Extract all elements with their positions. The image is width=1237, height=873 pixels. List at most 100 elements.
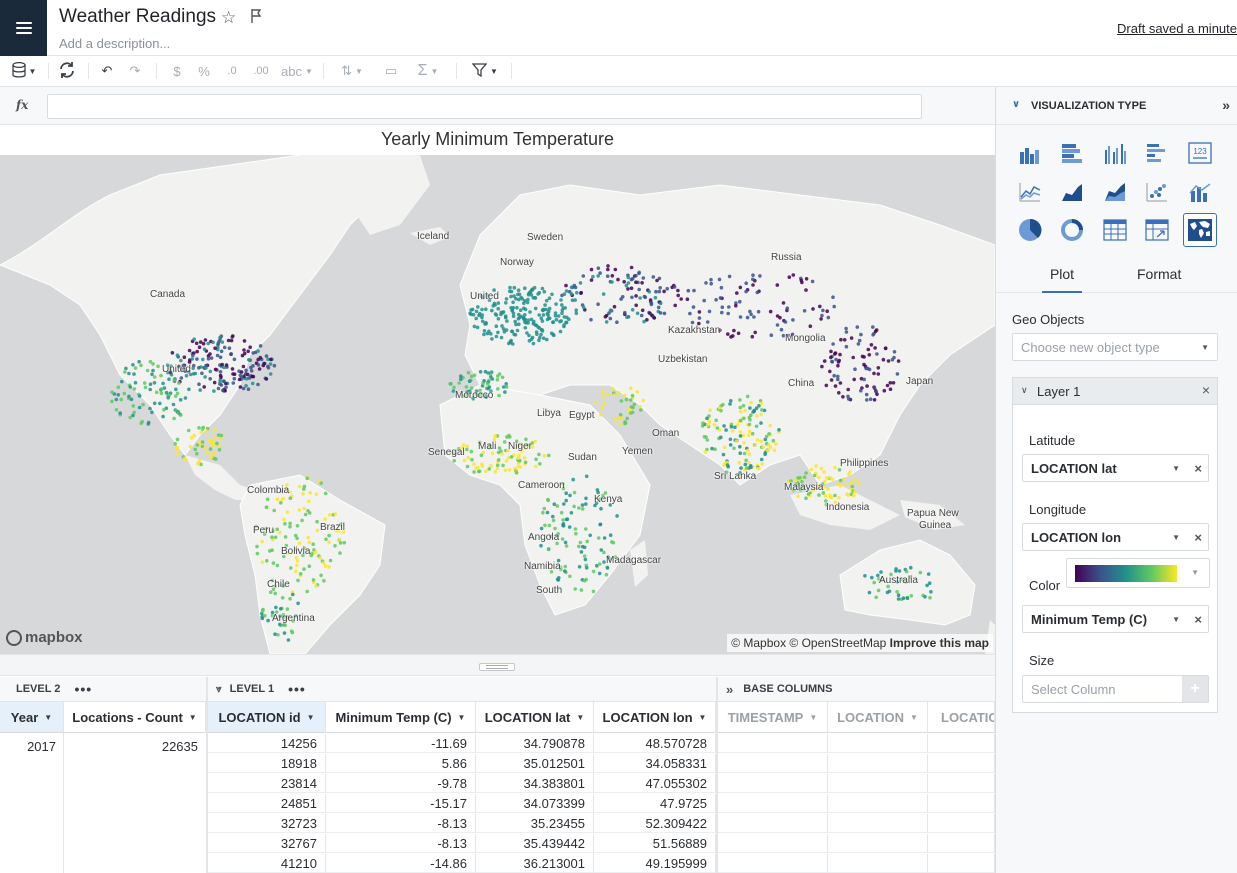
chevron-down-icon[interactable]: ▼ bbox=[189, 713, 197, 722]
table-cell[interactable]: -8.13 bbox=[326, 814, 476, 833]
flag-icon[interactable] bbox=[250, 8, 264, 27]
table-cell[interactable]: 32723 bbox=[208, 814, 326, 833]
table-icon[interactable] bbox=[1099, 214, 1131, 246]
table-cell[interactable]: -14.86 bbox=[326, 854, 476, 873]
table-cell-empty[interactable] bbox=[928, 774, 995, 793]
menu-button[interactable] bbox=[0, 0, 47, 56]
table-cell-empty[interactable] bbox=[828, 774, 928, 793]
table-cell-empty[interactable] bbox=[928, 754, 995, 773]
currency-button[interactable]: $ bbox=[170, 61, 184, 81]
close-icon[interactable]: × bbox=[1194, 530, 1202, 545]
color-dropdown[interactable]: Minimum Temp (C) ▼ × bbox=[1022, 605, 1209, 633]
table-cell-empty[interactable] bbox=[828, 814, 928, 833]
table-cell[interactable]: 2017 bbox=[0, 737, 64, 756]
table-cell[interactable]: 35.23455 bbox=[476, 814, 594, 833]
table-cell[interactable]: 18918 bbox=[208, 754, 326, 773]
more-icon[interactable]: ••• bbox=[74, 681, 92, 697]
combo-chart-icon[interactable] bbox=[1184, 176, 1216, 208]
table-cell[interactable]: 34.073399 bbox=[476, 794, 594, 813]
col-header-location-id[interactable]: LOCATION id ▼ bbox=[208, 702, 326, 733]
panel-splitter[interactable] bbox=[0, 654, 995, 676]
collapse-panel-icon[interactable]: » bbox=[1222, 97, 1230, 113]
filter-button[interactable]: ▼ bbox=[468, 61, 502, 81]
color-scale-picker[interactable]: ▼ bbox=[1066, 558, 1210, 588]
col-header-location-2[interactable]: LOCATIO bbox=[928, 702, 995, 733]
chevron-down-icon[interactable]: ∨ bbox=[1021, 385, 1028, 396]
mapbox-logo[interactable]: mapbox bbox=[6, 629, 83, 646]
table-cell[interactable]: 35.439442 bbox=[476, 834, 594, 853]
col-header-locations-count[interactable]: Locations - Count ▼ bbox=[64, 702, 206, 733]
table-cell[interactable]: 34.383801 bbox=[476, 774, 594, 793]
scatter-icon[interactable] bbox=[1141, 176, 1173, 208]
chevron-down-icon[interactable]: ▼ bbox=[699, 713, 707, 722]
donut-chart-icon[interactable] bbox=[1056, 214, 1088, 246]
description-field[interactable]: Add a description... bbox=[59, 36, 170, 51]
layer-header[interactable]: ∨ Layer 1 × bbox=[1013, 378, 1217, 405]
col-header-location-lon[interactable]: LOCATION lon ▼ bbox=[594, 702, 716, 733]
decrease-decimal-button[interactable]: .0 bbox=[223, 61, 241, 81]
table-cell-empty[interactable] bbox=[718, 734, 828, 753]
table-cell[interactable]: 47.9725 bbox=[594, 794, 716, 813]
close-icon[interactable]: × bbox=[1194, 461, 1202, 476]
chevron-down-icon[interactable]: ▼ bbox=[458, 713, 466, 722]
chevron-down-icon[interactable]: ▼ bbox=[307, 713, 315, 722]
sum-button[interactable]: Σ ▼ bbox=[411, 61, 445, 81]
col-header-timestamp[interactable]: TIMESTAMP ▼ bbox=[718, 702, 828, 733]
table-cell[interactable]: 24851 bbox=[208, 794, 326, 813]
latitude-dropdown[interactable]: LOCATION lat ▼ × bbox=[1022, 454, 1209, 482]
table-cell-empty[interactable] bbox=[828, 834, 928, 853]
table-cell[interactable]: 51.56889 bbox=[594, 834, 716, 853]
collapse-icon[interactable]: ⩔ bbox=[216, 684, 222, 695]
table-cell-empty[interactable] bbox=[928, 834, 995, 853]
pie-chart-icon[interactable] bbox=[1014, 214, 1046, 246]
star-icon[interactable]: ☆ bbox=[221, 8, 236, 28]
map[interactable]: Iceland Sweden Norway Russia Canada Unit… bbox=[0, 155, 995, 654]
increase-decimal-button[interactable]: .00 bbox=[250, 61, 272, 81]
formula-input[interactable] bbox=[47, 94, 922, 119]
redo-button[interactable]: ↷ bbox=[126, 61, 144, 81]
tab-plot[interactable]: Plot bbox=[1042, 266, 1082, 293]
pivot-table-icon[interactable] bbox=[1141, 214, 1173, 246]
chevron-down-icon[interactable]: ▼ bbox=[910, 713, 918, 722]
table-cell[interactable]: 48.570728 bbox=[594, 734, 716, 753]
improve-map-link[interactable]: Improve this map bbox=[890, 636, 989, 650]
format-dropdown[interactable]: abc ▼ bbox=[279, 61, 315, 81]
table-cell-empty[interactable] bbox=[928, 794, 995, 813]
kpi-icon[interactable]: 123 bbox=[1184, 137, 1216, 169]
bar-chart-icon[interactable] bbox=[1014, 137, 1046, 169]
table-cell[interactable]: 22635 bbox=[64, 737, 206, 756]
geo-objects-dropdown[interactable]: Choose new object type ▼ bbox=[1012, 333, 1218, 361]
table-cell[interactable]: 35.012501 bbox=[476, 754, 594, 773]
horizontal-bar-icon[interactable] bbox=[1141, 137, 1173, 169]
document-title[interactable]: Weather Readings bbox=[59, 6, 216, 28]
table-cell[interactable]: 14256 bbox=[208, 734, 326, 753]
plus-icon[interactable]: + bbox=[1182, 676, 1208, 702]
comment-button[interactable]: ▭ bbox=[380, 61, 402, 81]
chevron-down-icon[interactable]: ▼ bbox=[1172, 464, 1180, 473]
chevron-down-icon[interactable]: ▼ bbox=[809, 713, 817, 722]
chevron-down-icon[interactable]: ▼ bbox=[1172, 533, 1180, 542]
refresh-button[interactable] bbox=[56, 61, 78, 81]
table-cell-empty[interactable] bbox=[828, 794, 928, 813]
longitude-dropdown[interactable]: LOCATION lon ▼ × bbox=[1022, 523, 1209, 551]
table-cell-empty[interactable] bbox=[928, 814, 995, 833]
col-header-minimum-temp[interactable]: Minimum Temp (C) ▼ bbox=[326, 702, 476, 733]
table-cell[interactable]: 34.790878 bbox=[476, 734, 594, 753]
attribution-link[interactable]: © Mapbox © OpenStreetMap bbox=[731, 636, 886, 650]
close-icon[interactable]: × bbox=[1202, 382, 1210, 398]
table-cell-empty[interactable] bbox=[828, 734, 928, 753]
table-cell[interactable]: 34.058331 bbox=[594, 754, 716, 773]
col-header-location[interactable]: LOCATION ▼ bbox=[828, 702, 928, 733]
size-dropdown[interactable]: Select Column + bbox=[1022, 675, 1209, 703]
col-header-location-lat[interactable]: LOCATION lat ▼ bbox=[476, 702, 594, 733]
table-cell[interactable]: 49.195999 bbox=[594, 854, 716, 873]
table-cell[interactable]: -8.13 bbox=[326, 834, 476, 853]
chevron-down-icon[interactable]: ∨ bbox=[1012, 99, 1020, 110]
table-cell[interactable]: -9.78 bbox=[326, 774, 476, 793]
table-cell-empty[interactable] bbox=[928, 854, 995, 873]
grouped-bar-icon[interactable] bbox=[1099, 137, 1131, 169]
table-cell-empty[interactable] bbox=[718, 754, 828, 773]
tab-format[interactable]: Format bbox=[1137, 266, 1181, 282]
table-cell[interactable]: 36.213001 bbox=[476, 854, 594, 873]
table-cell-empty[interactable] bbox=[718, 814, 828, 833]
